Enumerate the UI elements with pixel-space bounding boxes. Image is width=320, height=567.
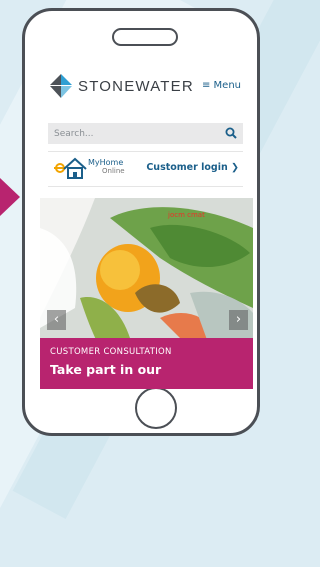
brand-name: STONEWATER: [78, 77, 194, 95]
menu-button[interactable]: ≡ Menu: [202, 80, 241, 91]
phone-home-button[interactable]: [135, 387, 177, 429]
customer-login-link[interactable]: Customer login ❯: [146, 162, 239, 173]
login-bar: MyHome Online Customer login ❯: [48, 151, 243, 187]
stonewater-logo-icon: [50, 74, 72, 98]
slider-prev-button[interactable]: ‹: [47, 310, 66, 330]
search-icon[interactable]: [225, 127, 237, 139]
caption-title: Take part in our: [50, 362, 162, 377]
slide-tag: jocm cmat: [168, 211, 205, 219]
caption-label: CUSTOMER CONSULTATION: [50, 347, 172, 357]
hero-image: [40, 198, 253, 348]
slide-caption[interactable]: CUSTOMER CONSULTATION Take part in our: [40, 338, 253, 389]
phone-speaker: [112, 28, 178, 46]
myhome-online-label[interactable]: MyHome Online: [88, 158, 125, 176]
search-input[interactable]: [54, 126, 214, 141]
myhome-line2: Online: [102, 167, 125, 175]
search-bar: [48, 123, 243, 144]
myhome-house-icon[interactable]: [54, 156, 88, 180]
hero-slider: jocm cmat ‹ › CUSTOMER CONSULTATION Take…: [40, 198, 253, 389]
phone-screen: STONEWATER ≡ Menu MyHome Online Customer…: [40, 66, 253, 389]
brand-logo[interactable]: STONEWATER: [48, 72, 194, 100]
slider-next-button[interactable]: ›: [229, 310, 248, 330]
pointer-arrow: [0, 178, 20, 216]
myhome-line1: MyHome: [88, 158, 124, 167]
